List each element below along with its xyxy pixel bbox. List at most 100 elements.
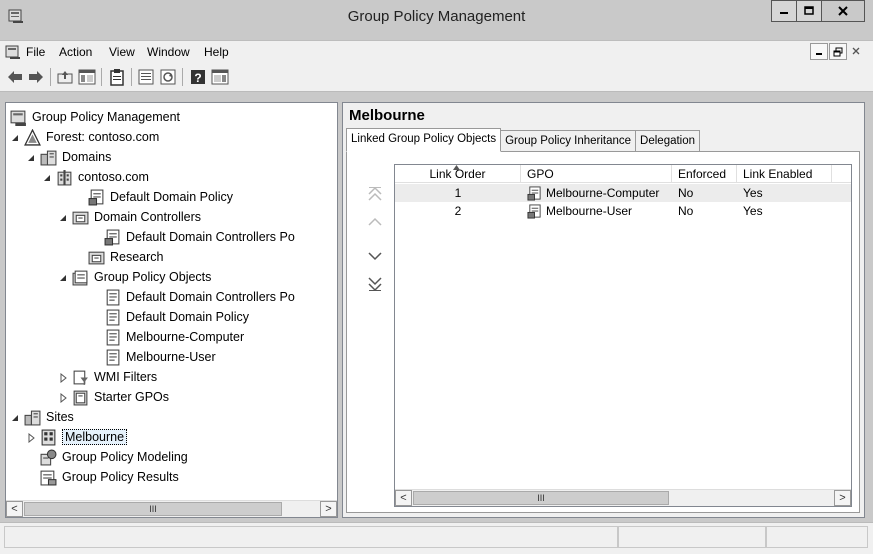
toolbar: ?	[0, 62, 873, 92]
expanded-triangle-icon[interactable]	[10, 412, 20, 422]
scroll-right-button[interactable]: >	[320, 501, 337, 517]
column-gpo[interactable]: GPO	[521, 165, 672, 183]
scroll-left-button[interactable]: <	[6, 501, 23, 517]
scroll-left-button[interactable]: <	[395, 490, 412, 506]
menu-file[interactable]: File	[26, 45, 45, 59]
expanded-triangle-icon[interactable]	[58, 272, 68, 282]
tab-gp-inheritance[interactable]: Group Policy Inheritance	[500, 130, 637, 152]
minimize-icon	[816, 53, 822, 55]
tree-item[interactable]: Group Policy Modeling	[26, 447, 188, 467]
mdi-close-button[interactable]	[847, 43, 865, 60]
tab-linked-gpos[interactable]: Linked Group Policy Objects	[346, 128, 502, 152]
maximize-button[interactable]	[796, 0, 822, 22]
tree-item[interactable]: contoso.com	[42, 167, 149, 187]
gpo-link-icon	[527, 203, 542, 219]
properties-button[interactable]	[108, 68, 126, 86]
status-segment-main	[4, 526, 618, 548]
menu-help[interactable]: Help	[204, 45, 229, 59]
table-row[interactable]: 2 Melbourne-User No Yes	[395, 202, 851, 220]
tree-item[interactable]: Melbourne-User	[90, 347, 216, 367]
expanded-triangle-icon[interactable]	[42, 172, 52, 182]
move-to-bottom-button[interactable]	[367, 276, 383, 292]
collapsed-triangle-icon[interactable]	[58, 392, 68, 404]
double-up-arrow-icon	[368, 186, 382, 201]
up-one-level-button[interactable]	[56, 68, 74, 86]
ou-icon	[72, 209, 89, 226]
column-link-order[interactable]: Link Order	[395, 165, 521, 183]
tree-item[interactable]: Default Domain Policy	[90, 307, 249, 327]
tree-horizontal-scrollbar[interactable]: < III >	[6, 500, 337, 517]
export-list-button[interactable]	[137, 68, 155, 86]
tree-item[interactable]: Research	[74, 247, 164, 267]
refresh-button[interactable]	[159, 68, 177, 86]
close-icon	[838, 6, 848, 16]
tree-item-label: Default Domain Controllers Po	[126, 230, 295, 244]
menu-view[interactable]: View	[109, 45, 135, 59]
console-tree[interactable]: Group Policy Management Forest: contoso.c…	[5, 102, 338, 518]
help-button[interactable]: ?	[189, 68, 207, 86]
show-hide-tree-button[interactable]	[78, 68, 96, 86]
expanded-triangle-icon[interactable]	[58, 212, 68, 222]
close-button[interactable]	[821, 0, 865, 22]
tree-item[interactable]: Melbourne	[26, 427, 128, 447]
scroll-right-button[interactable]: >	[834, 490, 851, 506]
scroll-thumb[interactable]: III	[413, 491, 669, 505]
forward-button[interactable]	[27, 68, 45, 86]
mdi-minimize-button[interactable]	[810, 43, 828, 60]
gpo-icon	[104, 289, 121, 306]
tree-item[interactable]: Group Policy Management	[6, 107, 180, 127]
tree-item[interactable]: Domain Controllers	[58, 207, 201, 227]
tree-item[interactable]: Group Policy Objects	[58, 267, 211, 287]
forest-icon	[24, 128, 41, 146]
ou-icon	[88, 249, 105, 266]
gpo-icon	[104, 349, 121, 366]
collapsed-triangle-icon[interactable]	[26, 432, 36, 444]
cell-enforced: No	[672, 184, 737, 202]
console-doc-icon[interactable]	[5, 44, 21, 63]
tree-item-label: Domains	[62, 150, 112, 164]
move-to-top-button[interactable]	[367, 186, 383, 202]
export-list-icon	[138, 69, 154, 85]
scroll-thumb[interactable]: III	[24, 502, 282, 516]
tree-item[interactable]: Sites	[10, 407, 74, 427]
tree-item[interactable]: Default Domain Controllers Po	[90, 287, 295, 307]
show-hide-action-pane-button[interactable]	[211, 68, 229, 86]
cell-enforced: No	[672, 202, 737, 220]
collapsed-triangle-icon[interactable]	[58, 372, 68, 384]
column-enforced[interactable]: Enforced	[672, 165, 737, 183]
mdi-restore-button[interactable]	[829, 43, 847, 60]
gpo-icon	[104, 329, 121, 346]
linked-gpo-list[interactable]: Link Order GPO Enforced Link Enabled 1 Me…	[394, 164, 852, 507]
table-row[interactable]: 1 Melbourne-Computer No Yes	[395, 184, 851, 202]
minimize-button[interactable]	[771, 0, 797, 22]
results-icon	[40, 469, 57, 486]
tree-item[interactable]: Domains	[26, 147, 111, 167]
tree-item[interactable]: Default Domain Controllers Po	[90, 227, 295, 247]
help-icon: ?	[191, 70, 205, 85]
tree-item-label: Default Domain Policy	[126, 310, 249, 324]
minimize-icon	[780, 12, 788, 14]
back-button[interactable]	[6, 68, 24, 86]
expanded-triangle-icon[interactable]	[10, 132, 20, 142]
toolbar-separator	[182, 68, 183, 86]
restore-icon	[833, 47, 843, 57]
tree-item[interactable]: Forest: contoso.com	[10, 127, 159, 147]
column-link-enabled[interactable]: Link Enabled	[737, 165, 832, 183]
tree-item[interactable]: WMI Filters	[58, 367, 157, 387]
tree-item[interactable]: Default Domain Policy	[74, 187, 233, 207]
move-down-button[interactable]	[367, 248, 383, 264]
tree-item[interactable]: Group Policy Results	[26, 467, 179, 487]
tree-item[interactable]: Melbourne-Computer	[90, 327, 244, 347]
close-icon	[852, 47, 860, 55]
tab-delegation[interactable]: Delegation	[635, 130, 701, 152]
expanded-triangle-icon[interactable]	[26, 152, 36, 162]
menu-window[interactable]: Window	[147, 45, 190, 59]
list-horizontal-scrollbar[interactable]: < III >	[395, 489, 851, 506]
tree-item[interactable]: Starter GPOs	[58, 387, 169, 407]
tree-item-label: WMI Filters	[94, 370, 158, 384]
menu-action[interactable]: Action	[59, 45, 92, 59]
move-up-button[interactable]	[367, 214, 383, 230]
